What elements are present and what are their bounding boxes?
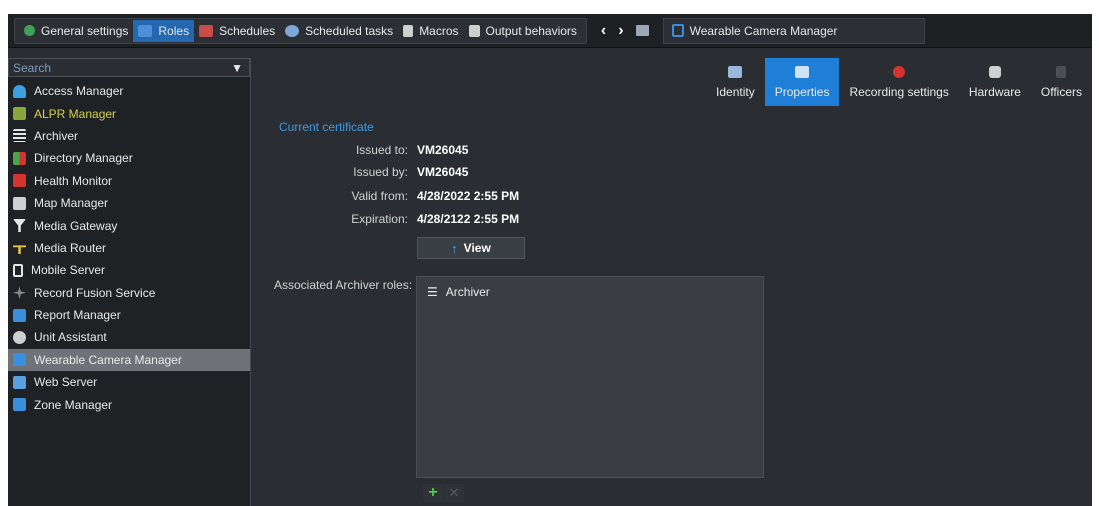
add-button[interactable]: + [423, 484, 443, 502]
media-router-icon [13, 245, 26, 255]
role-item-wearable-camera-manager[interactable]: Wearable Camera Manager [8, 348, 250, 372]
wearable-camera-icon [671, 24, 684, 37]
schedules-button[interactable]: Schedules [194, 20, 280, 42]
tab-properties[interactable]: Properties [764, 58, 840, 106]
issued-to-label: Issued to: [355, 143, 408, 157]
identity-icon [728, 65, 743, 78]
remove-button[interactable]: ✕ [444, 484, 464, 502]
tab-recording-settings[interactable]: Recording settings [839, 58, 958, 106]
role-item-unit-assistant[interactable]: Unit Assistant [8, 326, 250, 348]
tab-hardware[interactable]: Hardware [959, 58, 1031, 106]
forward-button[interactable]: › [618, 22, 623, 40]
mobile-server-icon [13, 263, 23, 277]
wearable-camera-icon [13, 353, 26, 367]
record-fusion-icon [13, 286, 26, 300]
search-box: ▼ [8, 58, 250, 77]
roles-button[interactable]: Roles [133, 19, 195, 42]
valid-from-value: 4/28/2022 2:55 PM [417, 189, 520, 203]
hardware-icon [988, 65, 1001, 78]
role-item-report-manager[interactable]: Report Manager [8, 304, 250, 326]
sidebar-divider [250, 58, 251, 506]
list-item[interactable]: ☰ Archiver [427, 285, 490, 299]
filter-icon[interactable]: ▼ [231, 61, 243, 75]
back-button[interactable]: ‹ [601, 22, 606, 40]
general-settings-button[interactable]: General settings [19, 20, 133, 42]
valid-from-label: Valid from: [351, 189, 408, 203]
role-item-zone-manager[interactable]: Zone Manager [8, 393, 250, 415]
breadcrumb-label: Wearable Camera Manager [689, 23, 838, 38]
macro-icon [403, 24, 414, 37]
recording-icon [893, 65, 906, 78]
issued-by-value: VM26045 [417, 165, 469, 179]
role-item-alpr-manager[interactable]: ALPR Manager [8, 102, 250, 124]
web-server-icon [13, 375, 26, 389]
expiration-value: 4/28/2122 2:55 PM [417, 212, 520, 226]
top-toolbar: General settings Roles Schedules Schedul… [8, 14, 1092, 48]
role-item-access-manager[interactable]: Access Manager [8, 80, 250, 102]
unit-assistant-icon [13, 330, 26, 344]
expiration-label: Expiration: [351, 212, 408, 226]
role-item-media-router[interactable]: Media Router [8, 237, 250, 259]
archiver-icon [13, 129, 26, 143]
history-navigation: ‹ › [601, 22, 661, 40]
task-bar: General settings Roles Schedules Schedul… [14, 17, 587, 44]
associated-roles-label: Associated Archiver roles: [274, 278, 413, 292]
health-monitor-icon [13, 174, 26, 188]
output-icon [468, 24, 480, 37]
roles-sidebar: ▼ Access Manager ALPR Manager Archiver D… [8, 58, 250, 506]
report-manager-icon [13, 308, 26, 322]
properties-icon [795, 65, 810, 78]
scheduled-task-icon [285, 24, 300, 37]
macros-button[interactable]: Macros [398, 20, 463, 42]
app-window: General settings Roles Schedules Schedul… [8, 14, 1092, 506]
archiver-icon: ☰ [427, 285, 438, 299]
associated-roles-list[interactable]: ☰ Archiver [416, 276, 764, 478]
gear-icon [24, 25, 35, 36]
role-item-web-server[interactable]: Web Server [8, 371, 250, 393]
access-manager-icon [13, 84, 26, 98]
output-behaviors-button[interactable]: Output behaviors [464, 20, 582, 42]
role-list: Access Manager ALPR Manager Archiver Dir… [8, 80, 250, 416]
role-item-health-monitor[interactable]: Health Monitor [8, 170, 250, 192]
media-gateway-icon [13, 219, 26, 233]
search-input[interactable] [13, 60, 223, 75]
breadcrumb[interactable]: Wearable Camera Manager [662, 17, 925, 44]
role-item-record-fusion-service[interactable]: Record Fusion Service [8, 282, 250, 304]
role-item-mobile-server[interactable]: Mobile Server [8, 259, 250, 281]
calendar-icon [199, 24, 214, 37]
role-item-archiver[interactable]: Archiver [8, 125, 250, 147]
role-item-directory-manager[interactable]: Directory Manager [8, 147, 250, 169]
roles-nav-icon[interactable] [635, 25, 649, 36]
directory-manager-icon [13, 151, 26, 165]
view-icon: ↑ [451, 240, 458, 256]
zone-manager-icon [13, 398, 26, 412]
view-certificate-button[interactable]: ↑ View [417, 237, 525, 259]
role-item-media-gateway[interactable]: Media Gateway [8, 214, 250, 236]
officers-icon [1056, 65, 1067, 78]
issued-by-label: Issued by: [353, 165, 408, 179]
role-item-map-manager[interactable]: Map Manager [8, 192, 250, 214]
roles-icon [138, 24, 153, 37]
issued-to-value: VM26045 [417, 143, 469, 157]
role-tabs: Identity Properties Recording settings H… [706, 58, 1092, 106]
certificate-section-title: Current certificate [279, 120, 374, 134]
map-manager-icon [13, 196, 26, 210]
tab-officers[interactable]: Officers [1031, 58, 1092, 106]
scheduled-tasks-button[interactable]: Scheduled tasks [280, 20, 398, 42]
tab-identity[interactable]: Identity [706, 58, 765, 106]
alpr-manager-icon [13, 107, 26, 121]
